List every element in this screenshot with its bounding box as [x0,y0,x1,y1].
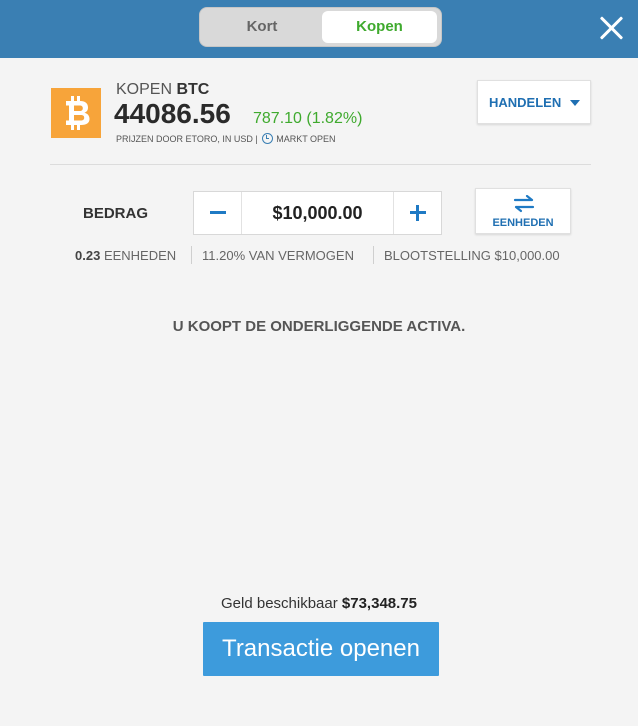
ticker-label: BTC [176,81,210,98]
units-label: EENHEDEN [103,248,177,263]
amount-input[interactable]: $10,000.00 [242,192,393,234]
close-icon[interactable] [598,15,624,41]
stat-separator [191,246,192,264]
stat-separator [373,246,374,264]
prices-by-label: PRIJZEN DOOR ETORO, IN USD | [116,134,258,144]
action-label: KOPEN [116,81,173,98]
underlying-asset-notice: U KOOPT DE ONDERLIGGENDE ACTIVA. [172,318,466,335]
header-bar: Kort Kopen [0,0,638,58]
trade-dropdown-label: HANDELEN [489,95,562,110]
divider [50,164,591,165]
swap-arrows-icon [513,195,535,213]
available-value: $73,348.75 [341,595,417,612]
amount-stepper: $10,000.00 [193,191,442,235]
market-status: MARKT OPEN [276,134,336,144]
buy-tab[interactable]: Kopen [322,11,437,43]
equity-stat: 11.20% VAN VERMOGEN [202,248,354,263]
plus-button[interactable] [393,192,441,234]
units-value: 0.23 [75,248,101,263]
asset-title: KOPEN BTC [116,81,209,99]
order-side-toggle: Kort Kopen [199,7,442,47]
price-source: PRIJZEN DOOR ETORO, IN USD | MARKT OPEN [116,133,336,144]
short-tab[interactable]: Kort [204,11,320,43]
open-trade-button[interactable]: Transactie openen [203,622,439,676]
available-label: Geld beschikbaar [221,595,338,612]
minus-button[interactable] [194,192,242,234]
units-toggle-button[interactable]: EENHEDEN [475,188,571,234]
bitcoin-icon [51,88,101,138]
amount-label: BEDRAG [83,205,149,222]
trade-dropdown-button[interactable]: HANDELEN [477,80,591,124]
units-button-label: EENHEDEN [492,217,554,229]
available-funds: Geld beschikbaar $73,348.75 [0,595,638,612]
exposure-stat: BLOOTSTELLING $10,000.00 [384,248,560,263]
asset-price: 44086.56 [114,98,231,129]
clock-icon [262,133,274,144]
price-change: 787.10 (1.82%) [253,110,363,127]
units-stat: 0.23 EENHEDEN [75,248,176,263]
caret-down-icon [570,100,580,106]
